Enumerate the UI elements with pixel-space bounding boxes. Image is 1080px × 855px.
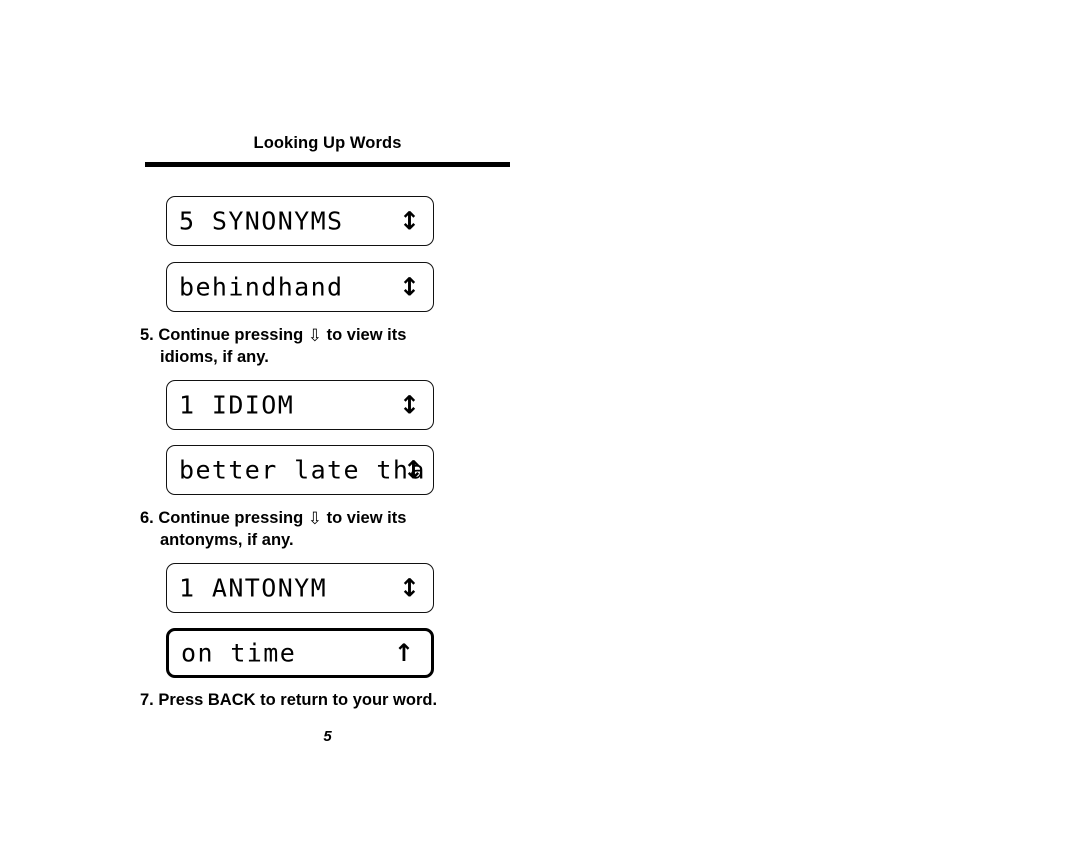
up-arrow-icon: ↑ bbox=[393, 639, 414, 667]
lcd-text: 1 ANTONYM bbox=[179, 573, 328, 603]
up-down-arrow-icon: ↕ bbox=[399, 272, 420, 302]
up-down-arrow-icon: ↕ bbox=[399, 206, 420, 236]
lcd-screen-highlighted: on time ↑ bbox=[166, 628, 434, 678]
step-6: 6. Continue pressing ⇩ to view its anton… bbox=[140, 508, 520, 552]
lcd-screen: 1 ANTONYM ↕ bbox=[166, 563, 434, 613]
up-down-arrow-icon: ↕ bbox=[399, 573, 420, 603]
step-6-text-before: Continue pressing bbox=[158, 509, 304, 527]
down-arrow-key-icon: ⇩ bbox=[307, 509, 323, 529]
step-6-number: 6. bbox=[140, 509, 154, 527]
header-rule-left bbox=[145, 162, 510, 167]
running-head-left: Looking Up Words bbox=[253, 134, 402, 152]
lcd-text: better late tha bbox=[179, 455, 426, 485]
lcd-screen: 5 SYNONYMS ↕ bbox=[166, 196, 434, 246]
lcd-screen: better late tha ↕ bbox=[166, 445, 434, 495]
step-5-text-second-line: idioms, if any. bbox=[160, 348, 269, 367]
lcd-text: behindhand bbox=[179, 272, 344, 302]
up-down-arrow-icon: ↕ bbox=[403, 455, 424, 485]
step-5: 5. Continue pressing ⇩ to view its idiom… bbox=[140, 325, 520, 369]
page-right: Looking Up Words ✓Follow the Arrows The … bbox=[540, 0, 1080, 855]
step-6-text-after: to view its bbox=[326, 509, 407, 527]
lcd-text: 1 IDIOM bbox=[179, 390, 295, 420]
lcd-text: 5 SYNONYMS bbox=[179, 206, 344, 236]
step-7: 7. Press BACK to return to your word. bbox=[140, 691, 438, 709]
step-5-text-before: Continue pressing bbox=[158, 326, 304, 344]
page-number-left: 5 bbox=[323, 728, 332, 745]
down-arrow-key-icon: ⇩ bbox=[307, 326, 323, 346]
step-6-text-second-line: antonyms, if any. bbox=[160, 531, 294, 550]
lcd-screen: behindhand ↕ bbox=[166, 262, 434, 312]
page-left: Looking Up Words 5 SYNONYMS ↕ behindhand… bbox=[0, 0, 540, 855]
step-5-number: 5. bbox=[140, 326, 154, 344]
lcd-screen: 1 IDIOM ↕ bbox=[166, 380, 434, 430]
up-down-arrow-icon: ↕ bbox=[399, 390, 420, 420]
lcd-text: on time bbox=[181, 638, 297, 668]
step-5-text-after: to view its bbox=[326, 326, 407, 344]
